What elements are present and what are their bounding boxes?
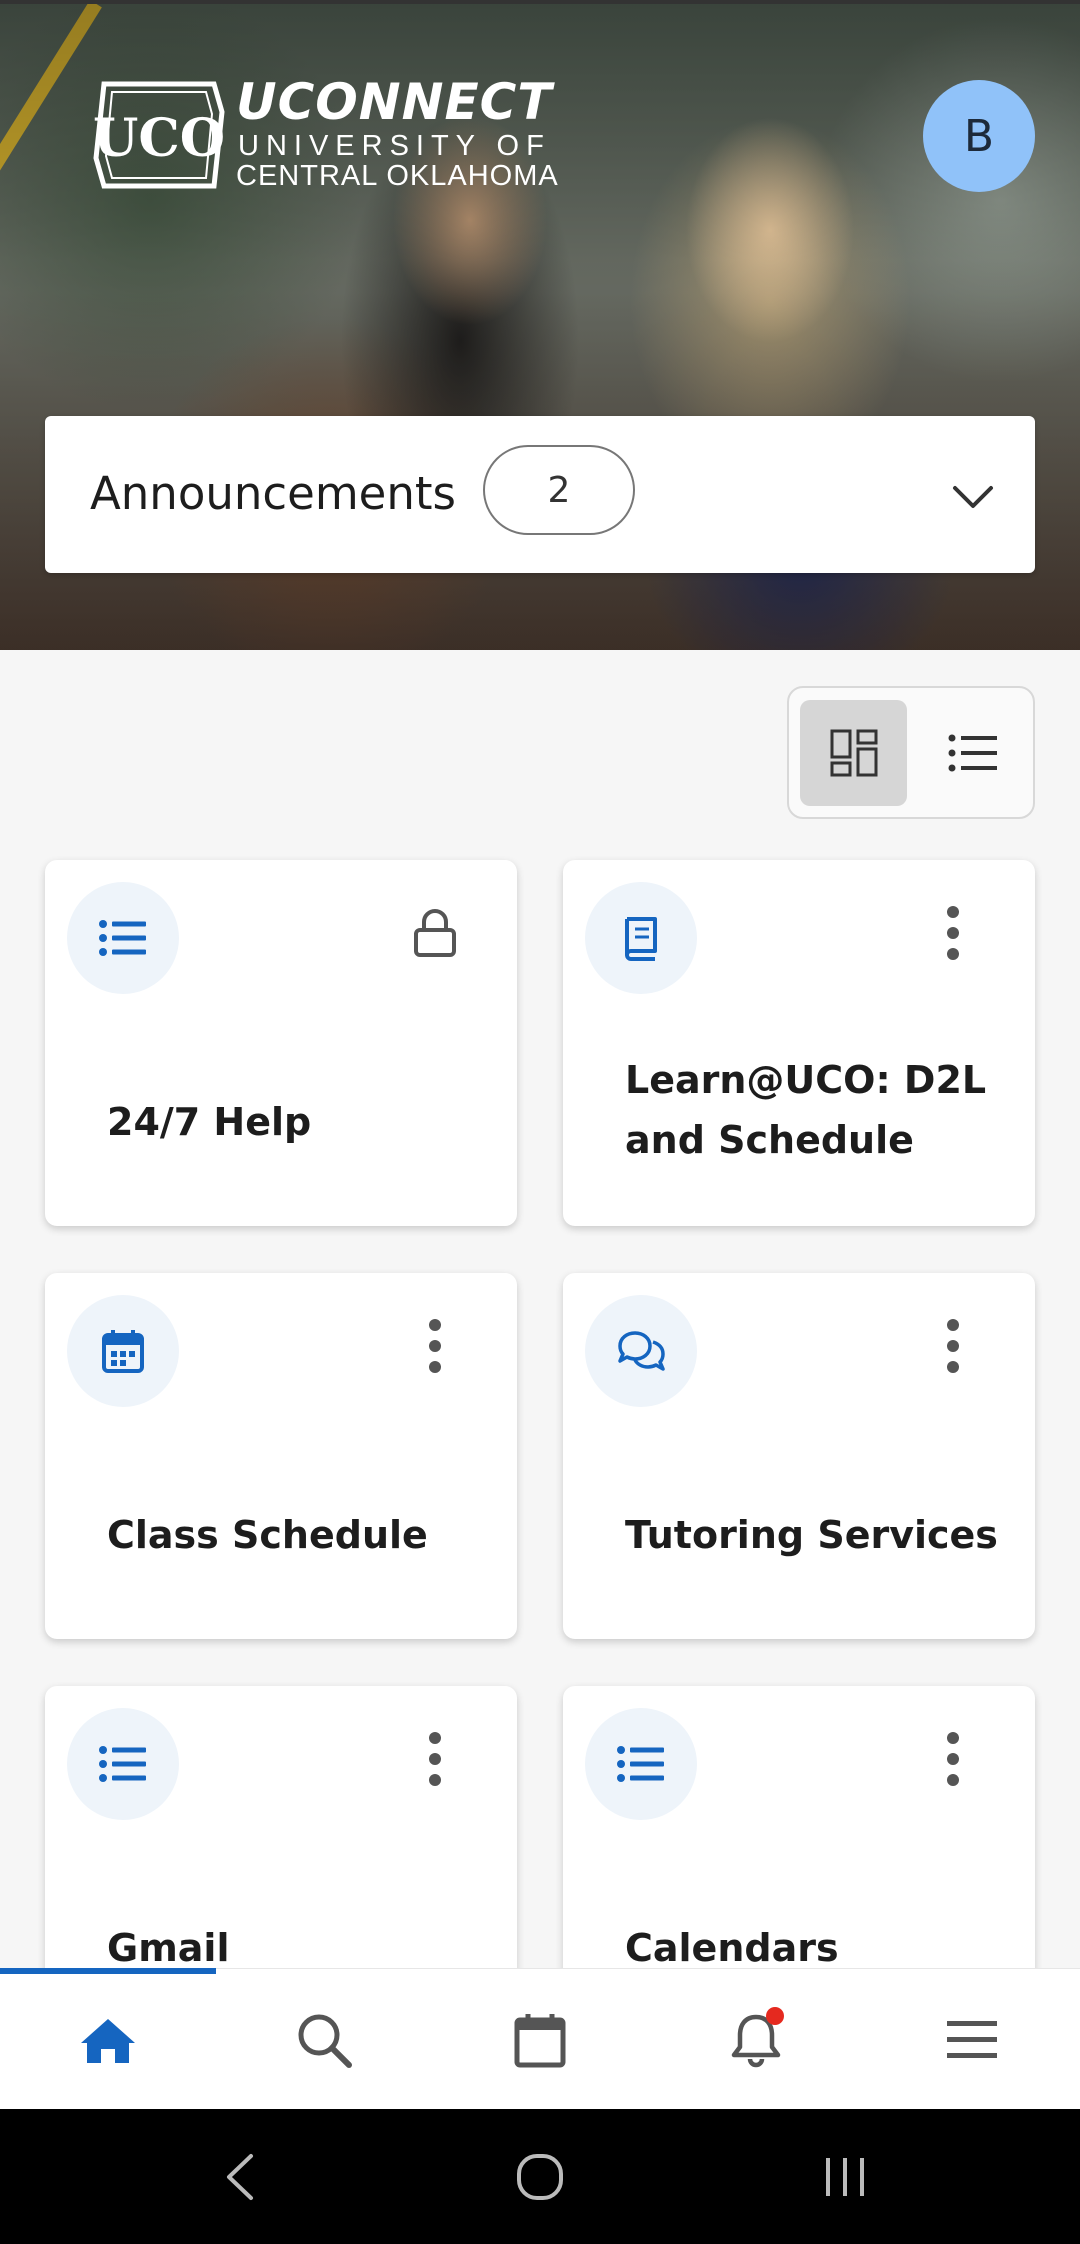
calendar-icon	[67, 1295, 179, 1407]
book-icon	[585, 882, 697, 994]
announcements-count-badge: 2	[483, 445, 635, 535]
more-vertical-icon[interactable]	[923, 1311, 983, 1381]
card-title: Tutoring Services	[625, 1513, 998, 1557]
nav-active-indicator	[0, 1968, 216, 1974]
app-screen: UCO UCONNECT UNIVERSITY OF CENTRAL OKLAH…	[0, 0, 1080, 2244]
grid-view-button[interactable]	[800, 700, 907, 806]
more-vertical-icon[interactable]	[923, 1724, 983, 1794]
more-vertical-icon[interactable]	[405, 1311, 465, 1381]
avatar[interactable]: B	[923, 80, 1035, 192]
calendar-icon	[514, 2013, 566, 2067]
home-circle-icon	[517, 2153, 563, 2200]
list-view-icon	[948, 734, 997, 772]
nav-calendar[interactable]	[432, 1969, 648, 2110]
more-vertical-icon[interactable]	[923, 898, 983, 968]
nav-notifications[interactable]	[648, 1969, 864, 2110]
announcements-label: Announcements	[90, 467, 456, 520]
recents-icon	[826, 2157, 864, 2196]
lock-icon	[405, 898, 465, 968]
list-view-button[interactable]	[919, 700, 1026, 806]
uco-logo-mark-icon: UCO	[93, 81, 225, 189]
grid-view-icon	[830, 729, 877, 777]
bottom-nav	[0, 1968, 1080, 2109]
more-vertical-icon[interactable]	[405, 1724, 465, 1794]
card-title: Class Schedule	[107, 1513, 428, 1557]
home-icon	[81, 2018, 135, 2063]
list-icon	[67, 882, 179, 994]
system-recents-button[interactable]	[745, 2109, 945, 2244]
system-navigation-bar	[0, 2109, 1080, 2244]
list-icon	[67, 1708, 179, 1820]
system-back-button[interactable]	[140, 2109, 340, 2244]
logo-mark-text: UCO	[93, 108, 225, 169]
notification-dot	[766, 2007, 784, 2025]
card-24-7-help[interactable]: 24/7 Help	[45, 860, 517, 1226]
logo-title: UCONNECT	[236, 73, 553, 131]
search-icon	[298, 2014, 352, 2068]
card-class-schedule[interactable]: Class Schedule	[45, 1273, 517, 1639]
view-toggle	[787, 686, 1035, 819]
announcements-bar[interactable]: Announcements 2	[45, 416, 1035, 573]
nav-search[interactable]	[216, 1969, 432, 2110]
card-title: Learn@UCO: D2L and Schedule	[625, 1058, 987, 1162]
chat-bubbles-icon	[585, 1295, 697, 1407]
uconnect-logo[interactable]: UCO UCONNECT UNIVERSITY OF CENTRAL OKLAH…	[90, 72, 570, 202]
logo-subtitle-line1: UNIVERSITY OF	[238, 130, 551, 162]
card-title: 24/7 Help	[107, 1100, 312, 1144]
back-icon	[227, 2153, 253, 2200]
card-learn-uco[interactable]: Learn@UCO: D2L and Schedule	[563, 860, 1035, 1226]
logo-subtitle-line2: CENTRAL OKLAHOMA	[236, 160, 559, 192]
card-tutoring-services[interactable]: Tutoring Services	[563, 1273, 1035, 1639]
nav-home[interactable]	[0, 1969, 216, 2110]
system-home-button[interactable]	[440, 2109, 640, 2244]
list-icon	[585, 1708, 697, 1820]
nav-menu[interactable]	[864, 1969, 1080, 2110]
menu-icon	[947, 2020, 997, 2058]
chevron-down-icon[interactable]	[945, 468, 1001, 524]
